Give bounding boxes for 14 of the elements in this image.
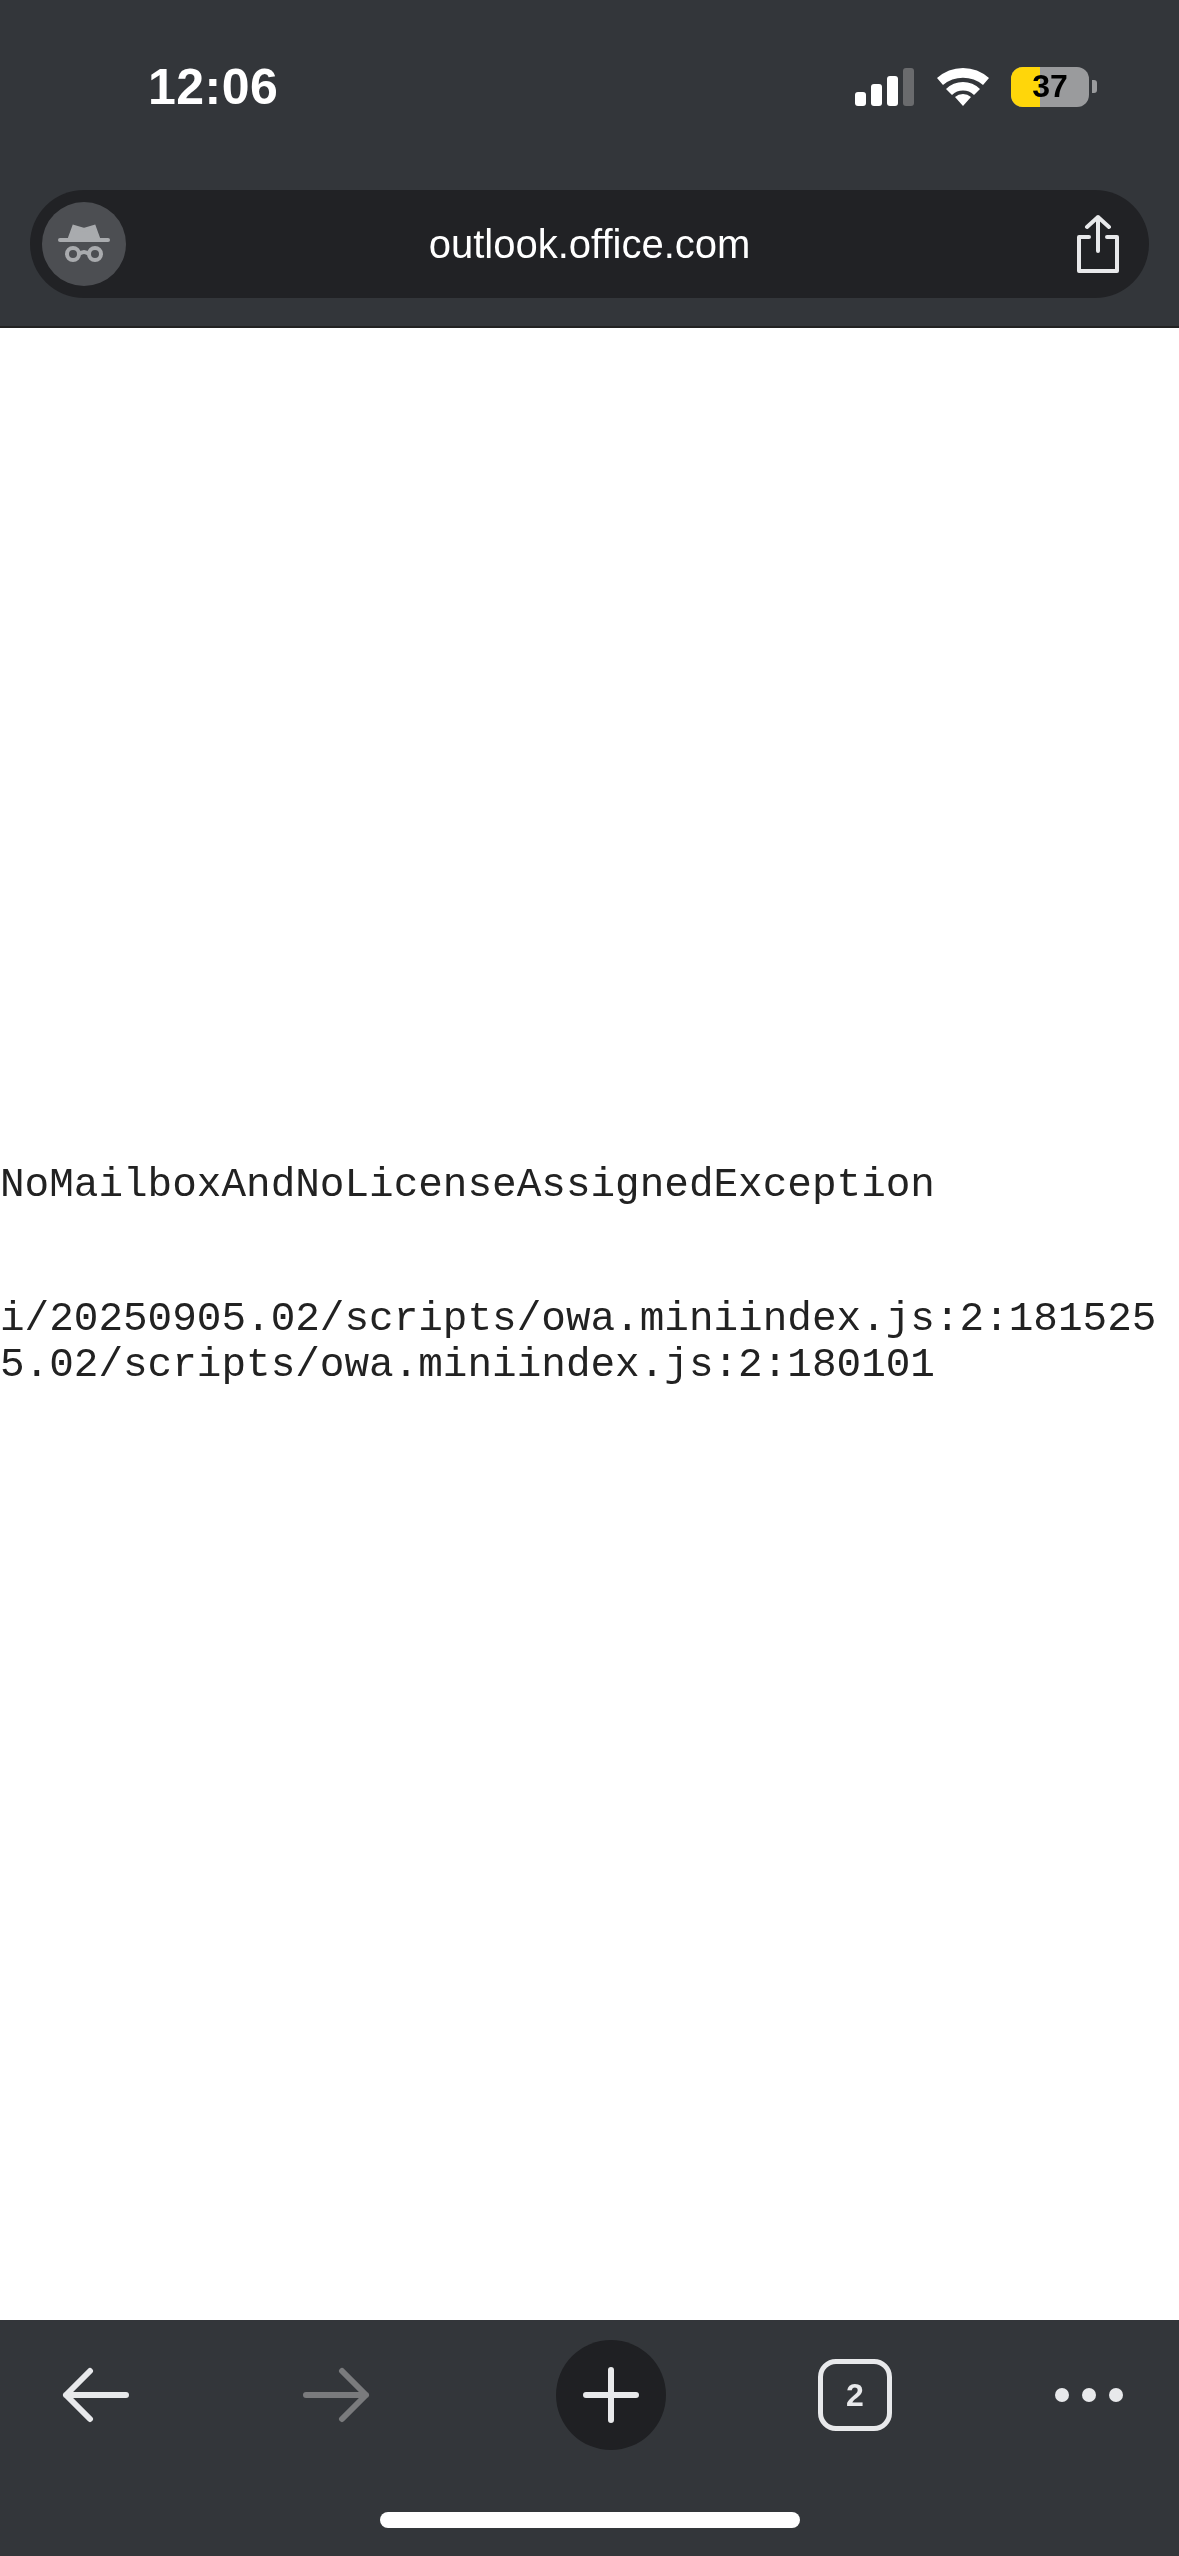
address-bar[interactable]: outlook.office.com (30, 190, 1149, 298)
error-text: i/20250905.02/scripts/owa.miniindex.js:2:181525 (0, 1296, 1157, 1342)
more-icon (1054, 2387, 1124, 2403)
back-arrow-icon (60, 2367, 130, 2423)
forward-arrow-icon (302, 2367, 372, 2423)
incognito-icon (42, 202, 126, 286)
status-time: 12:06 (148, 57, 279, 116)
error-text: 5.02/scripts/owa.miniindex.js:2:180101 (0, 1342, 935, 1388)
error-text: NoMailboxAndNoLicenseAssignedException (0, 1162, 935, 1208)
signal-icon (855, 67, 915, 106)
url-text: outlook.office.com (428, 221, 751, 267)
tabs-button[interactable]: 2 (818, 2359, 892, 2431)
plus-icon (583, 2367, 639, 2423)
wifi-icon (937, 67, 989, 106)
